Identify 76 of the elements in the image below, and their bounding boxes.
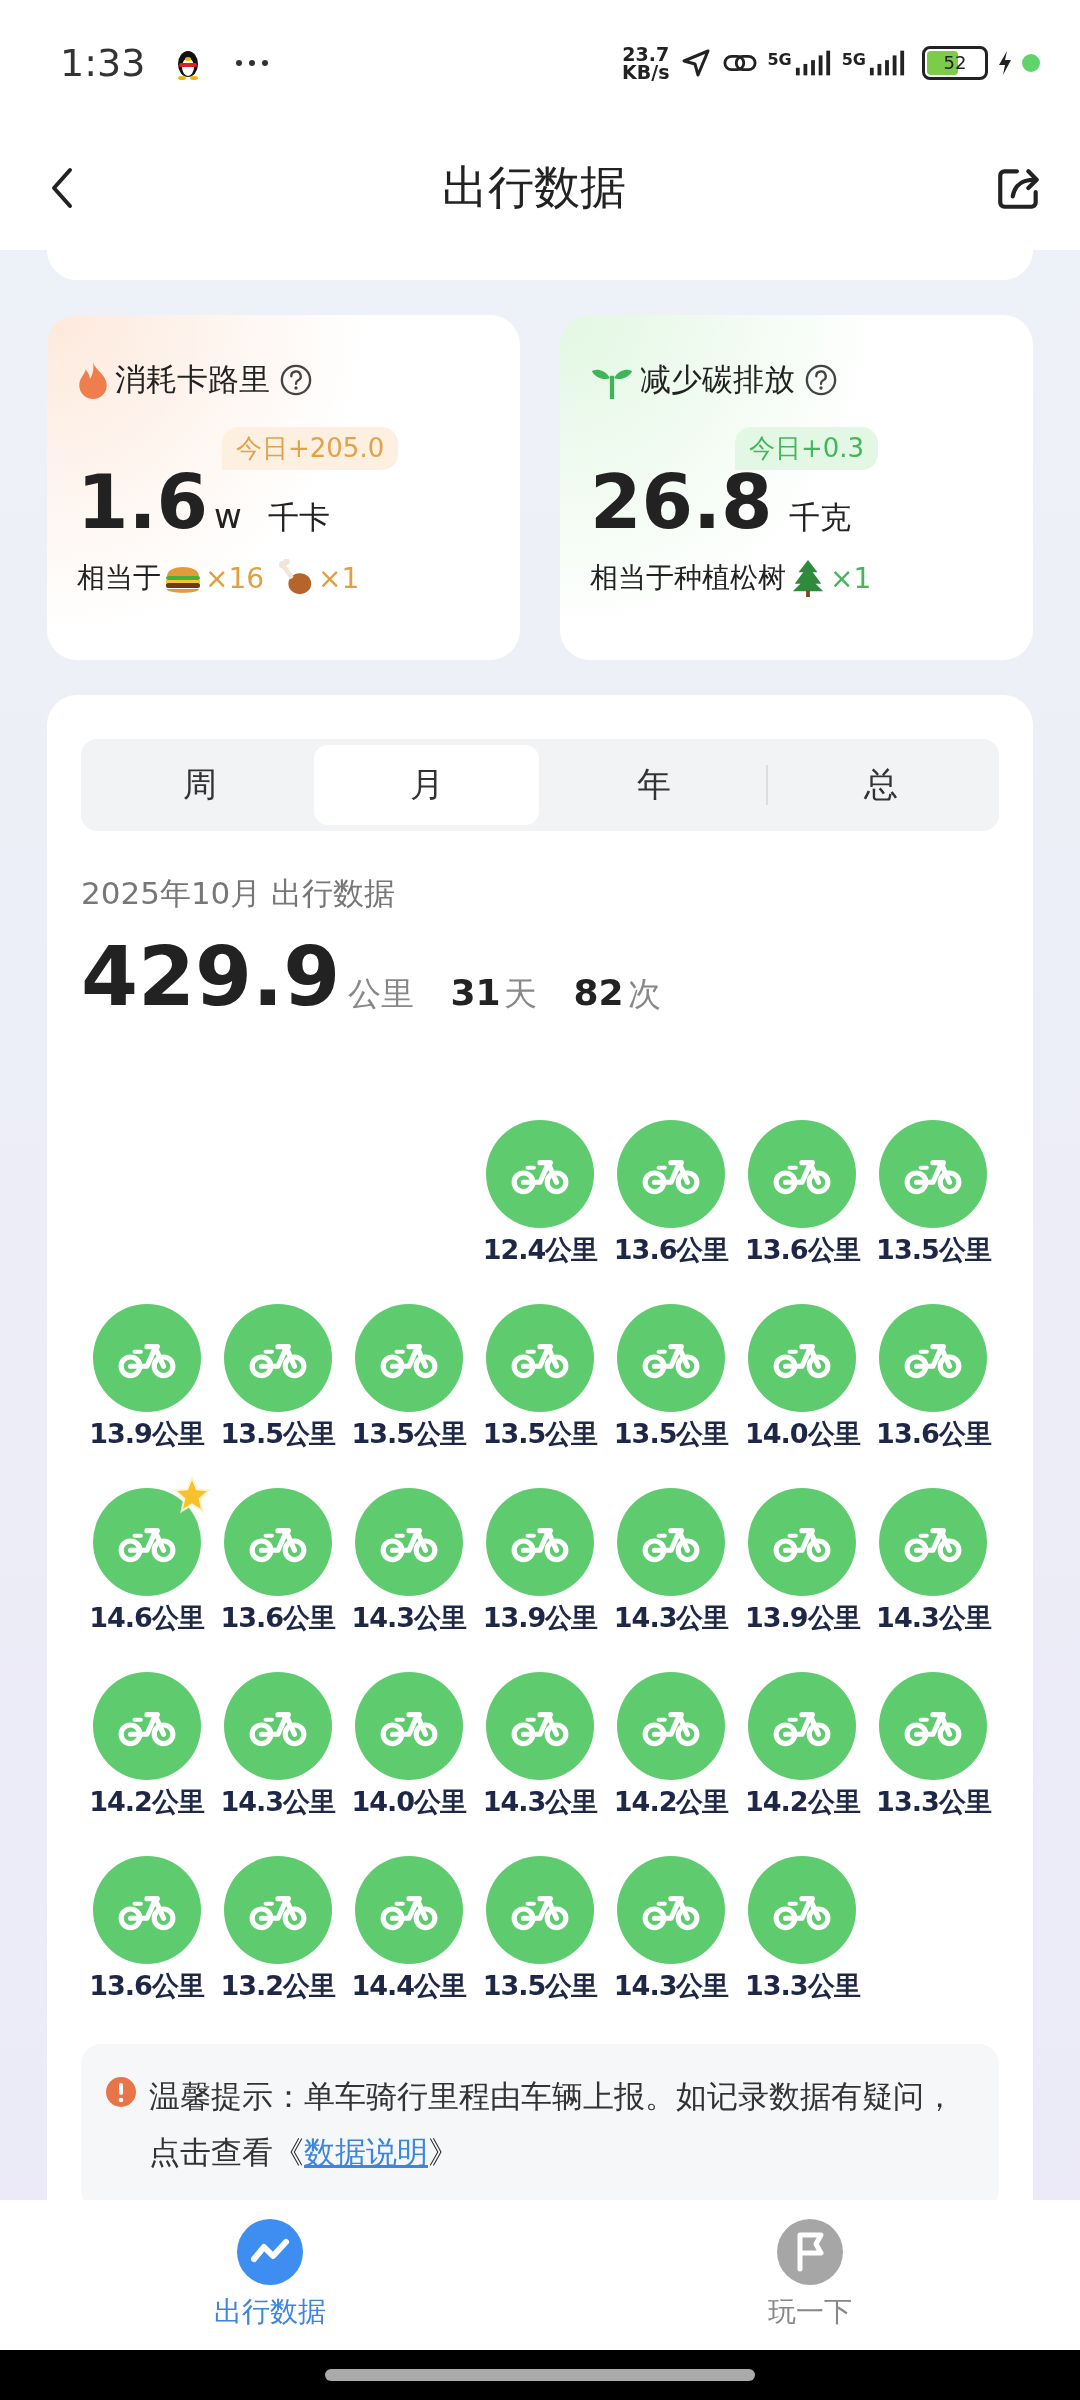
day-distance: 13.5公里 — [876, 1233, 991, 1267]
more-icon — [235, 58, 270, 67]
day-distance: 14.4公里 — [351, 1969, 467, 2003]
trend-icon — [237, 2219, 303, 2285]
day-distance: 14.3公里 — [482, 1785, 598, 1819]
equivalent-count: ×1 — [830, 561, 872, 595]
charging-icon — [998, 50, 1012, 75]
network-speed: 23.7 KB/s — [622, 44, 670, 81]
nav-tab[interactable]: 出行数据 — [0, 2200, 540, 2350]
day-distance: 14.3公里 — [876, 1601, 991, 1635]
period-tab[interactable]: 年 — [541, 745, 766, 825]
day-distance: 12.4公里 — [482, 1233, 598, 1267]
day-distance: 13.5公里 — [220, 1417, 335, 1451]
day-distance: 13.9公里 — [89, 1417, 204, 1451]
period-tab[interactable]: 周 — [87, 745, 312, 825]
card-title: 减少碳排放 — [640, 360, 795, 399]
day-distance: 13.6公里 — [89, 1969, 204, 2003]
help-icon[interactable] — [805, 364, 837, 396]
day-distance: 13.9公里 — [744, 1601, 860, 1635]
star-icon — [172, 1476, 211, 1514]
day-distance: 13.3公里 — [876, 1785, 991, 1819]
day-distance: 14.3公里 — [613, 1601, 729, 1635]
equivalent-label: 相当于种植松树 — [590, 560, 786, 596]
equivalent-label: 相当于 — [77, 560, 161, 596]
day-distance: 13.5公里 — [613, 1417, 729, 1451]
value-suffix: w — [214, 496, 242, 536]
day-distance: 14.2公里 — [744, 1785, 860, 1819]
period-title: 2025年10月 出行数据 — [81, 874, 397, 913]
warning-icon — [105, 2076, 137, 2108]
day-distance: 13.6公里 — [876, 1417, 991, 1451]
network-type: 5G — [767, 49, 792, 69]
stat-unit: 千克 — [788, 498, 851, 537]
ride-count: 82 — [573, 972, 624, 1013]
distance-unit: 公里 — [348, 973, 415, 1015]
network-type: 5G — [841, 49, 866, 69]
day-count: 31 — [450, 972, 501, 1013]
day-distance: 13.9公里 — [482, 1601, 598, 1635]
tip-text: 温馨提示：单车骑行里程由车辆上报。如记录数据有疑问，点击查看《数据说明》 — [149, 2077, 956, 2172]
day-distance: 14.3公里 — [351, 1601, 467, 1635]
day-unit: 天 — [504, 973, 538, 1015]
day-distance: 13.2公里 — [220, 1969, 335, 2003]
total-distance: 429.9 — [81, 929, 341, 1024]
nav-tab[interactable]: 玩一下 — [540, 2200, 1080, 2350]
equivalent-count: ×16 — [205, 561, 265, 595]
today-badge: 今日+205.0 — [222, 427, 399, 470]
day-distance: 13.6公里 — [220, 1601, 335, 1635]
day-distance: 13.6公里 — [744, 1233, 860, 1267]
day-distance: 13.3公里 — [744, 1969, 860, 2003]
day-distance: 13.6公里 — [613, 1233, 729, 1267]
period-tab[interactable]: 月 — [314, 745, 539, 825]
day-distance: 13.5公里 — [482, 1969, 598, 2003]
day-distance: 13.5公里 — [482, 1417, 598, 1451]
day-distance: 14.2公里 — [613, 1785, 729, 1819]
day-distance: 13.5公里 — [351, 1417, 467, 1451]
ride-unit: 次 — [627, 973, 661, 1015]
day-distance: 14.2公里 — [89, 1785, 204, 1819]
status-time: 1:33 — [60, 40, 146, 85]
stat-unit: 千卡 — [267, 498, 330, 537]
stat-value: 1.6 — [77, 459, 209, 545]
help-icon[interactable] — [280, 364, 312, 396]
card-title: 消耗卡路里 — [115, 360, 270, 399]
signal-icon — [868, 49, 906, 76]
flame-icon — [77, 361, 109, 399]
status-dot — [1022, 53, 1040, 72]
day-distance: 14.0公里 — [744, 1417, 860, 1451]
back-icon[interactable] — [50, 165, 74, 210]
period-tab[interactable]: 总 — [768, 745, 993, 825]
page-title: 出行数据 — [442, 158, 626, 216]
day-distance: 14.6公里 — [89, 1601, 204, 1635]
signal-icon — [793, 49, 832, 76]
day-distance: 14.3公里 — [220, 1785, 335, 1819]
flag-icon — [777, 2219, 843, 2285]
today-badge: 今日+0.3 — [735, 427, 879, 470]
day-distance: 14.3公里 — [613, 1969, 729, 2003]
equivalent-count: ×1 — [318, 561, 360, 595]
day-distance: 14.0公里 — [351, 1785, 467, 1819]
